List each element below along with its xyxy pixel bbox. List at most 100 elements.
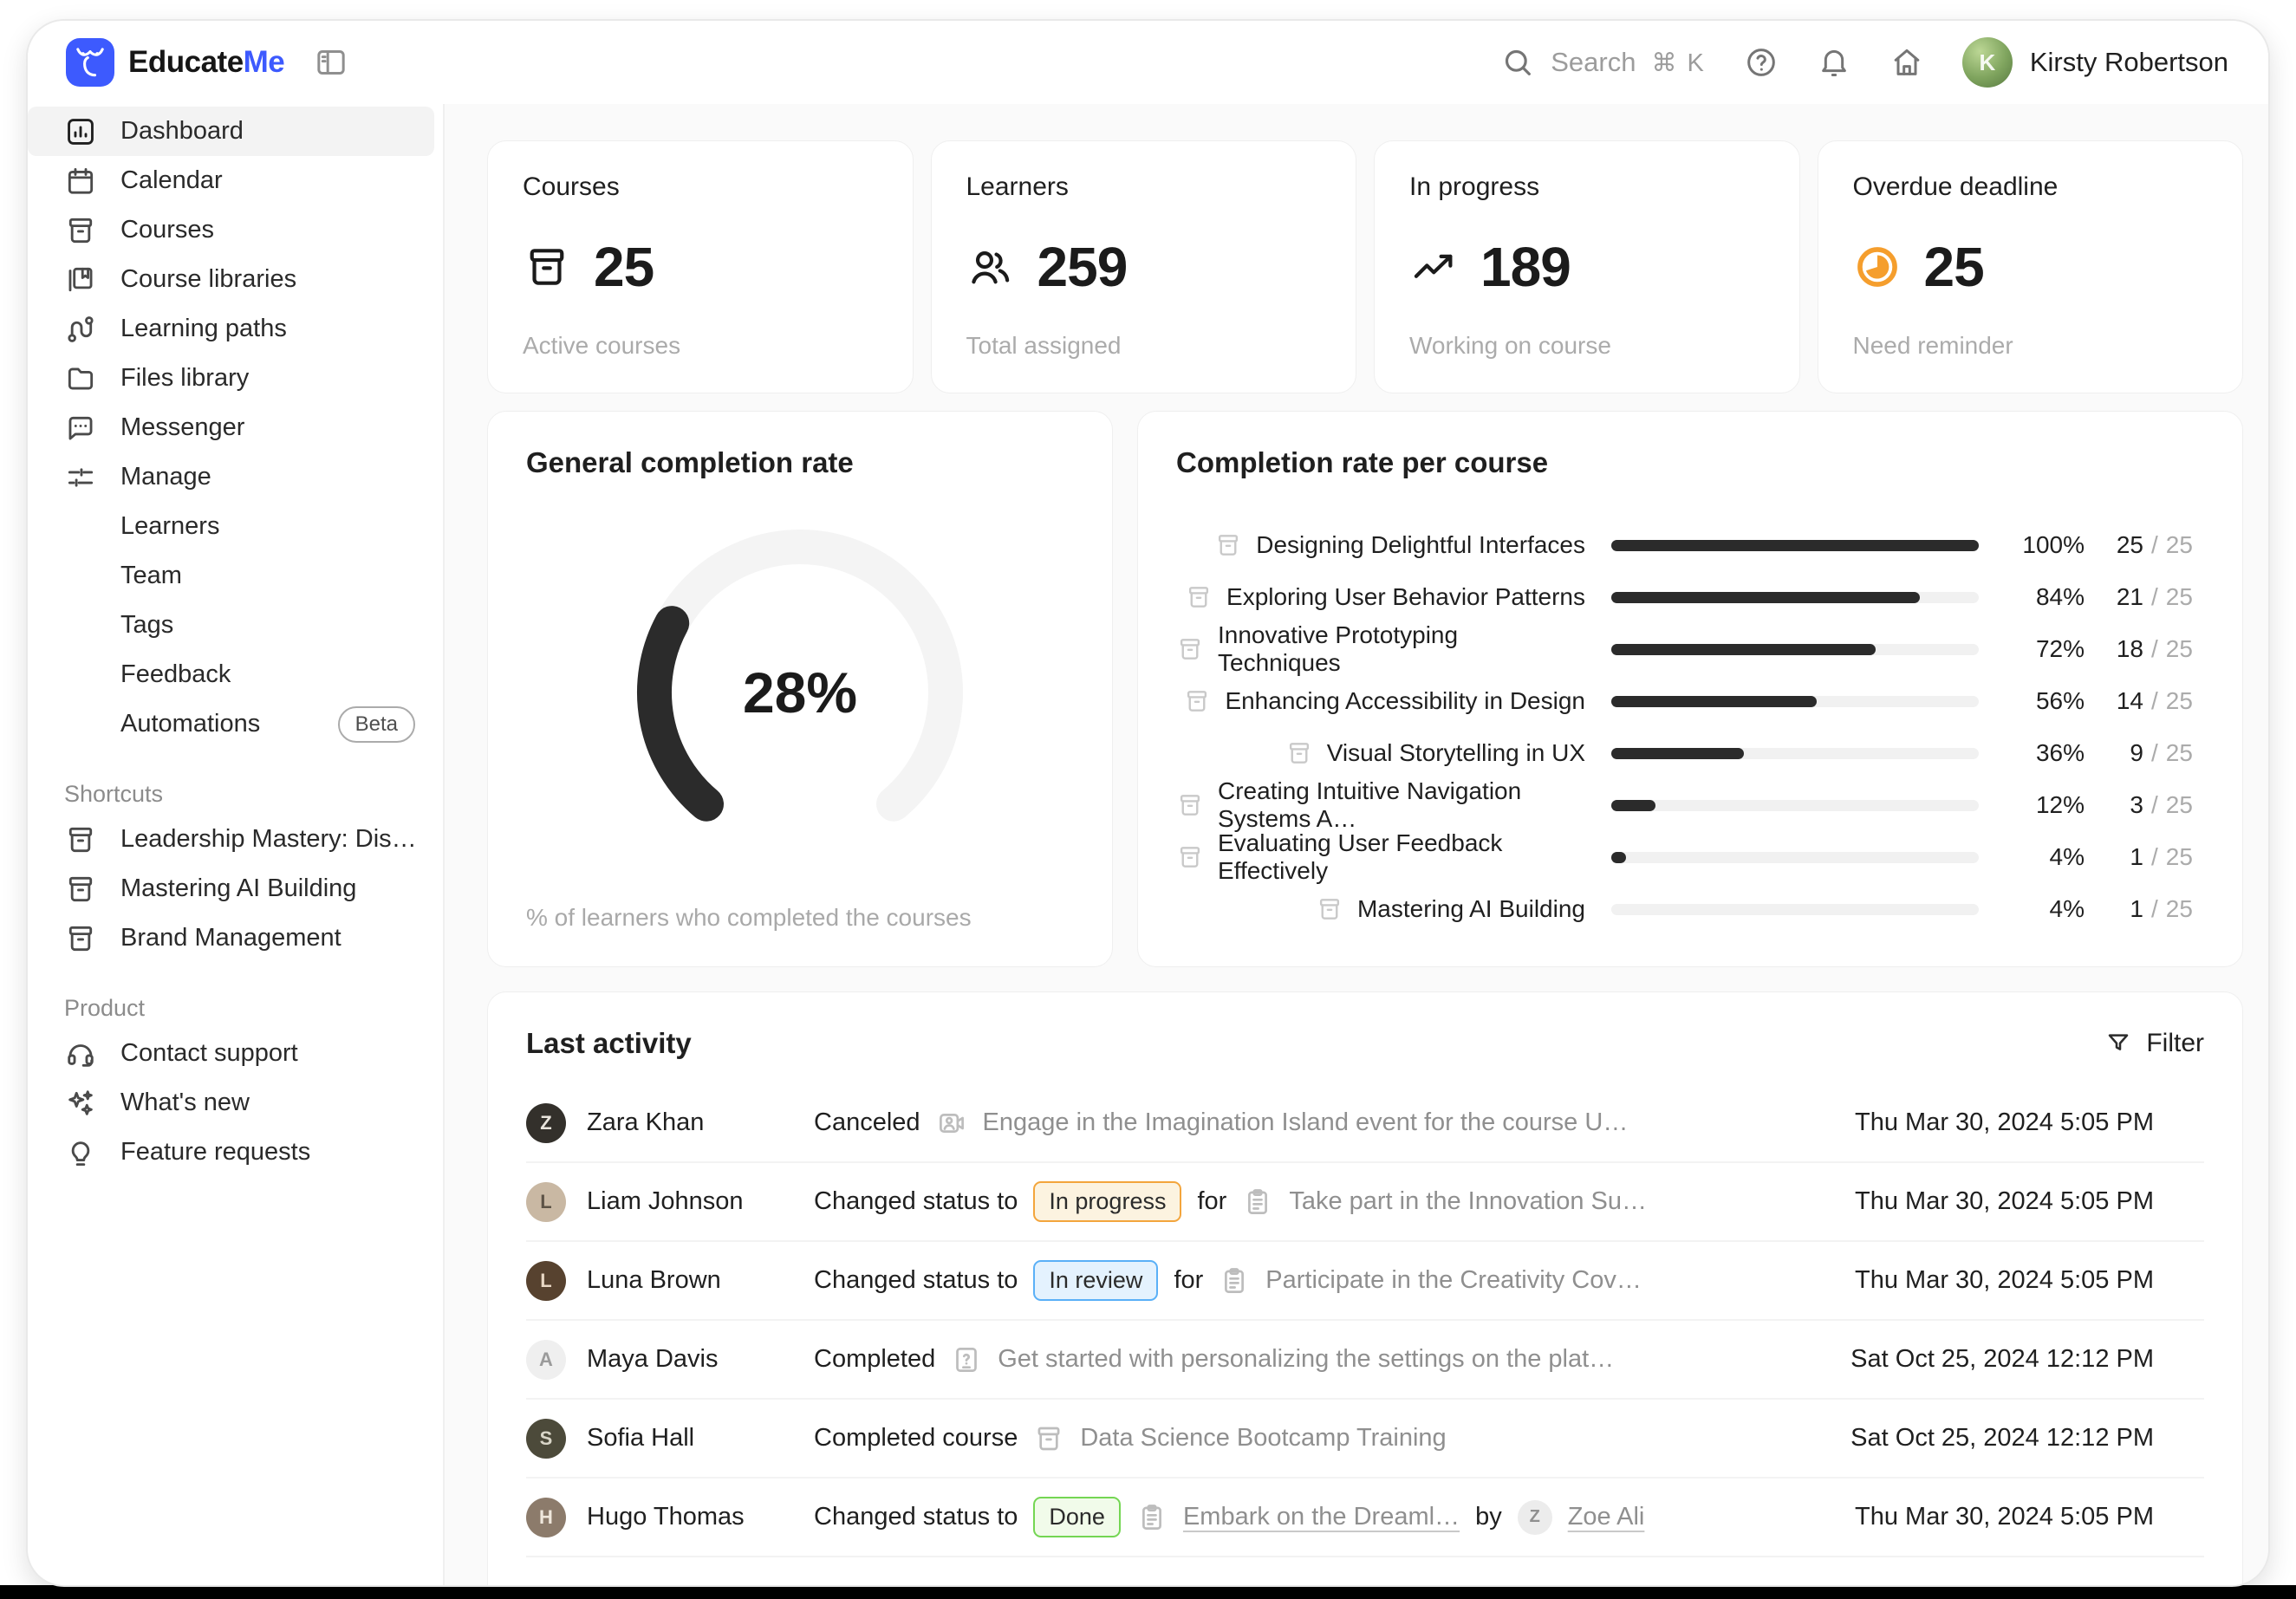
- course-name[interactable]: Innovative Prototyping Techniques: [1218, 621, 1585, 677]
- activity-action-text: Changed status to: [814, 1266, 1018, 1295]
- message-icon: [64, 412, 97, 445]
- course-name[interactable]: Evaluating User Feedback Effectively: [1218, 829, 1585, 885]
- completion-count-slash: /: [2151, 583, 2158, 611]
- completion-count: 9 / 25: [2104, 739, 2204, 767]
- sidebar-item-manage[interactable]: Manage: [28, 452, 434, 502]
- funnel-icon: [2104, 1030, 2132, 1057]
- completion-count-total: 25: [2166, 895, 2193, 923]
- completion-percent: 84%: [2010, 583, 2085, 611]
- sidebar-item-label: Messenger: [120, 413, 244, 442]
- stat-caption: Total assigned: [966, 332, 1322, 360]
- course-row-designing-delightful-interfaces: Designing Delightful Interfaces 100% 25 …: [1176, 519, 2204, 571]
- sidebar-item-automations[interactable]: Automations Beta: [28, 699, 434, 749]
- course-row-creating-intuitive-navigation-systems-a: Creating Intuitive Navigation Systems A……: [1176, 779, 2204, 831]
- course-name[interactable]: Mastering AI Building: [1357, 895, 1585, 923]
- main-content: Courses 25 Active courses Learners 259 T…: [445, 104, 2268, 1585]
- sparkles-icon: [64, 1087, 97, 1120]
- course-name[interactable]: Enhancing Accessibility in Design: [1225, 687, 1585, 715]
- sidebar-item-leadership-mastery-dis[interactable]: Leadership Mastery: Dis…: [28, 815, 434, 864]
- activity-user-name[interactable]: Maya Davis: [587, 1345, 814, 1374]
- avatar: A: [526, 1340, 566, 1380]
- library-icon: [64, 263, 97, 296]
- completion-count: 21 / 25: [2104, 583, 2204, 611]
- sidebar-item-tags[interactable]: Tags: [28, 601, 434, 650]
- search-button[interactable]: Search ⌘ K: [1500, 45, 1706, 80]
- course-label: Creating Intuitive Navigation Systems A…: [1176, 777, 1585, 833]
- completion-count: 1 / 25: [2104, 895, 2204, 923]
- activity-user-name[interactable]: Luna Brown: [587, 1266, 814, 1295]
- stat-card-learners: Learners 259 Total assigned: [931, 140, 1357, 393]
- sidebar-item-course-libraries[interactable]: Course libraries: [28, 255, 434, 304]
- completion-bar-fill: [1611, 748, 1744, 759]
- sidebar-item-feature-requests[interactable]: Feature requests: [28, 1128, 434, 1177]
- activity-link[interactable]: Zoe Ali: [1568, 1503, 1645, 1531]
- course-label: Exploring User Behavior Patterns: [1176, 583, 1585, 611]
- completion-bar-fill: [1611, 800, 1655, 811]
- sidebar-item-messenger[interactable]: Messenger: [28, 403, 434, 452]
- sidebar-item-learning-paths[interactable]: Learning paths: [28, 304, 434, 354]
- activity-timestamp: Thu Mar 30, 2024 5:05 PM: [1855, 1108, 2154, 1137]
- archive-icon: [1285, 739, 1313, 767]
- activity-user-name[interactable]: Liam Johnson: [587, 1187, 814, 1216]
- completion-count-total: 25: [2166, 791, 2193, 819]
- activity-action-text: by: [1475, 1503, 1502, 1531]
- brand-logo[interactable]: EducateMe: [66, 38, 284, 87]
- archive-icon: [1214, 531, 1242, 559]
- sidebar-item-label: Feature requests: [120, 1138, 310, 1167]
- activity-user-name[interactable]: Sofia Hall: [587, 1424, 814, 1453]
- sidebar-section-shortcuts: Shortcuts: [28, 773, 443, 815]
- completion-count-done: 14: [2104, 687, 2143, 715]
- course-row-exploring-user-behavior-patterns: Exploring User Behavior Patterns 84% 21 …: [1176, 571, 2204, 623]
- sidebar-item-label: Brand Management: [120, 924, 341, 952]
- activity-link[interactable]: Embark on the Dreaml…: [1183, 1503, 1460, 1531]
- activity-timestamp: Thu Mar 30, 2024 5:05 PM: [1855, 1187, 2154, 1216]
- sidebar-item-contact-support[interactable]: Contact support: [28, 1029, 434, 1078]
- sliders-icon: [64, 461, 97, 494]
- course-row-innovative-prototyping-techniques: Innovative Prototyping Techniques 72% 18…: [1176, 623, 2204, 675]
- clock-icon: [1853, 243, 1902, 291]
- completion-bar: [1611, 852, 1979, 863]
- user-avatar-initial: K: [1979, 49, 1995, 76]
- sidebar-item-calendar[interactable]: Calendar: [28, 156, 434, 205]
- completion-count-slash: /: [2151, 531, 2158, 559]
- sidebar-item-courses[interactable]: Courses: [28, 205, 434, 255]
- search-shortcut: ⌘ K: [1651, 48, 1705, 78]
- completion-bar: [1611, 904, 1979, 915]
- course-name[interactable]: Visual Storytelling in UX: [1327, 739, 1585, 767]
- sidebar-item-learners[interactable]: Learners: [28, 502, 434, 551]
- sidebar-item-files-library[interactable]: Files library: [28, 354, 434, 403]
- home-icon[interactable]: [1889, 45, 1924, 80]
- sidebar-toggle-icon[interactable]: [314, 45, 348, 80]
- user-menu[interactable]: K Kirsty Robertson: [1962, 37, 2228, 88]
- completion-bar: [1611, 800, 1979, 811]
- sidebar-item-what-s-new[interactable]: What's new: [28, 1078, 434, 1128]
- help-icon[interactable]: [1744, 45, 1779, 80]
- stat-value: 189: [1480, 235, 1571, 299]
- device-question-icon: [951, 1344, 982, 1375]
- sidebar-item-brand-management[interactable]: Brand Management: [28, 913, 434, 963]
- sidebar-item-team[interactable]: Team: [28, 551, 434, 601]
- clipboard-icon: [1242, 1186, 1273, 1218]
- activity-action-text: Changed status to: [814, 1503, 1018, 1531]
- course-name[interactable]: Designing Delightful Interfaces: [1256, 531, 1585, 559]
- completion-count: 3 / 25: [2104, 791, 2204, 819]
- sidebar-item-mastering-ai-building[interactable]: Mastering AI Building: [28, 864, 434, 913]
- sidebar-item-label: Contact support: [120, 1039, 298, 1068]
- course-name[interactable]: Exploring User Behavior Patterns: [1226, 583, 1585, 611]
- sidebar-item-dashboard[interactable]: Dashboard: [28, 107, 434, 156]
- sidebar-item-feedback[interactable]: Feedback: [28, 650, 434, 699]
- activity-desc-text: Participate in the Creativity Cov…: [1265, 1266, 1642, 1295]
- activity-user-name[interactable]: Hugo Thomas: [587, 1503, 814, 1531]
- avatar: S: [526, 1419, 566, 1459]
- last-activity-header: Last activity Filter: [526, 1027, 2204, 1060]
- notifications-bell-icon[interactable]: [1817, 45, 1851, 80]
- screen-bottom-edge: [0, 1585, 2296, 1599]
- completion-count-done: 1: [2104, 843, 2143, 871]
- course-name[interactable]: Creating Intuitive Navigation Systems A…: [1218, 777, 1585, 833]
- activity-user-name[interactable]: Zara Khan: [587, 1108, 814, 1137]
- course-completion-title: Completion rate per course: [1176, 446, 2204, 479]
- completion-count-done: 1: [2104, 895, 2143, 923]
- filter-button[interactable]: Filter: [2104, 1029, 2204, 1058]
- sidebar-item-label: Manage: [120, 463, 211, 491]
- activity-timestamp: Sat Oct 25, 2024 12:12 PM: [1850, 1345, 2154, 1374]
